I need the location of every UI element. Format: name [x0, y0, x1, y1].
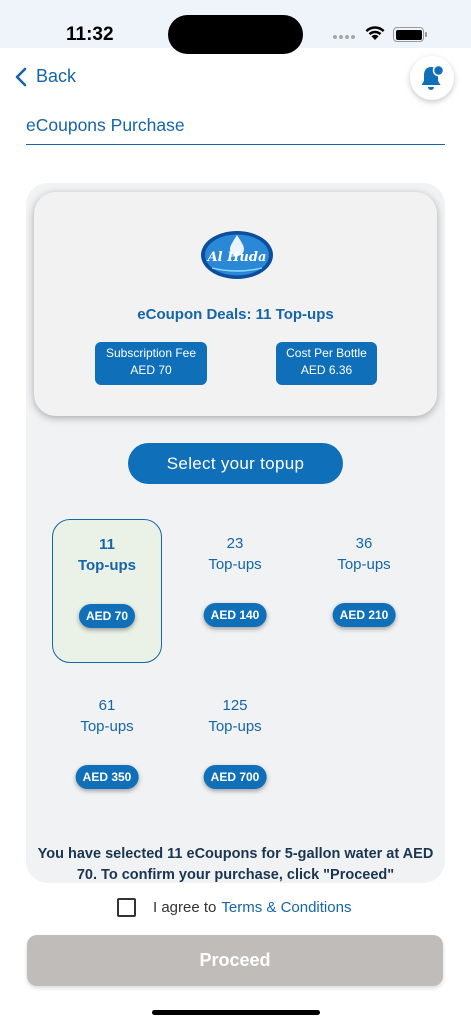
status-time: 11:32: [66, 24, 114, 45]
terms-prefix: I agree to: [153, 899, 217, 916]
topup-count: 61: [98, 697, 116, 714]
cost-per-bottle-label: Cost Per Bottle: [286, 346, 367, 360]
battery-icon: [393, 27, 424, 42]
wifi-icon: [365, 26, 385, 40]
home-indicator: [152, 1010, 320, 1015]
select-topup-button[interactable]: Select your topup: [128, 443, 343, 484]
proceed-button[interactable]: Proceed: [27, 935, 443, 986]
back-label: Back: [36, 66, 77, 86]
topup-price-badge: AED 70: [78, 604, 136, 628]
subscription-fee-value: AED 70: [130, 363, 172, 377]
topup-count: 125: [222, 697, 248, 714]
terms-link[interactable]: Terms & Conditions: [221, 899, 351, 916]
status-bar: 11:32: [0, 0, 471, 54]
topup-price-badge: AED 350: [75, 765, 139, 789]
topup-unit: Top-ups: [77, 557, 137, 574]
cost-per-bottle-badge: Cost Per Bottle AED 6.36: [276, 342, 377, 385]
bell-icon: [421, 64, 445, 90]
notification-button[interactable]: [410, 56, 454, 100]
chevron-left-icon: [15, 67, 27, 86]
topup-unit: Top-ups: [80, 718, 134, 735]
topup-option-125[interactable]: 125 Top-ups AED 700: [180, 681, 290, 825]
topup-option-11[interactable]: 11 Top-ups AED 70: [52, 519, 162, 663]
brand-logo-text: Al Huda: [206, 250, 267, 265]
brand-logo: Al Huda: [201, 231, 273, 279]
subscription-fee-badge: Subscription Fee AED 70: [95, 342, 207, 385]
topup-option-61[interactable]: 61 Top-ups AED 350: [52, 681, 162, 825]
battery-cap: [425, 32, 427, 37]
topup-count: 23: [226, 535, 244, 552]
topup-option-36[interactable]: 36 Top-ups AED 210: [309, 519, 419, 663]
terms-row: I agree to Terms & Conditions: [117, 898, 351, 917]
topup-price-badge: AED 140: [203, 603, 267, 627]
back-button[interactable]: Back: [14, 66, 76, 87]
confirmation-message: You have selected 11 eCoupons for 5-gall…: [37, 846, 434, 883]
deal-title: eCoupon Deals: 11 Top-ups: [137, 306, 334, 323]
topup-option-23[interactable]: 23 Top-ups AED 140: [180, 519, 290, 663]
page-title: eCoupons Purchase: [26, 115, 185, 135]
topup-price-badge: AED 700: [203, 765, 267, 789]
topup-price-badge: AED 210: [332, 603, 396, 627]
terms-checkbox[interactable]: [117, 898, 136, 917]
subscription-fee-label: Subscription Fee: [105, 346, 197, 360]
cellular-signal-icon: [333, 35, 355, 39]
topup-unit: Top-ups: [337, 556, 391, 573]
deal-card: Al Huda eCoupon Deals: 11 Top-ups Subscr…: [34, 192, 437, 416]
topup-unit: Top-ups: [208, 718, 262, 735]
dynamic-island: [168, 15, 303, 54]
topup-count: 11: [99, 536, 115, 553]
topup-count: 36: [355, 535, 373, 552]
title-divider: [26, 144, 445, 145]
cost-per-bottle-value: AED 6.36: [300, 363, 353, 377]
topup-unit: Top-ups: [208, 556, 262, 573]
